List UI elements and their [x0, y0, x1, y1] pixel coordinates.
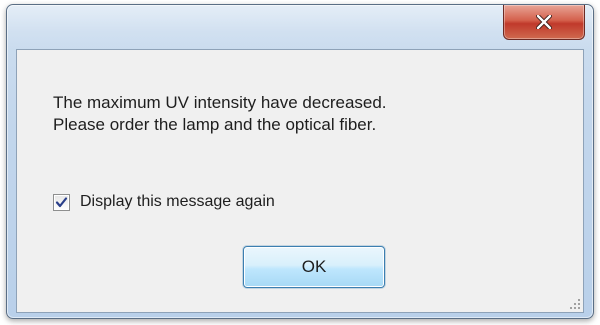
message-text: The maximum UV intensity have decreased.… [53, 92, 387, 136]
display-again-option[interactable]: Display this message again [53, 193, 275, 211]
resize-grip-icon[interactable] [569, 298, 581, 310]
message-line-2: Please order the lamp and the optical fi… [53, 115, 377, 134]
dialog-content: The maximum UV intensity have decreased.… [16, 49, 584, 313]
message-dialog: The maximum UV intensity have decreased.… [6, 4, 594, 319]
ok-button[interactable]: OK [243, 246, 385, 288]
message-line-1: The maximum UV intensity have decreased. [53, 93, 387, 112]
checkmark-icon [55, 196, 68, 207]
display-again-label[interactable]: Display this message again [80, 193, 275, 211]
close-icon [536, 15, 552, 29]
display-again-checkbox[interactable] [53, 193, 70, 211]
close-button[interactable] [503, 5, 585, 40]
title-bar[interactable] [7, 5, 593, 49]
